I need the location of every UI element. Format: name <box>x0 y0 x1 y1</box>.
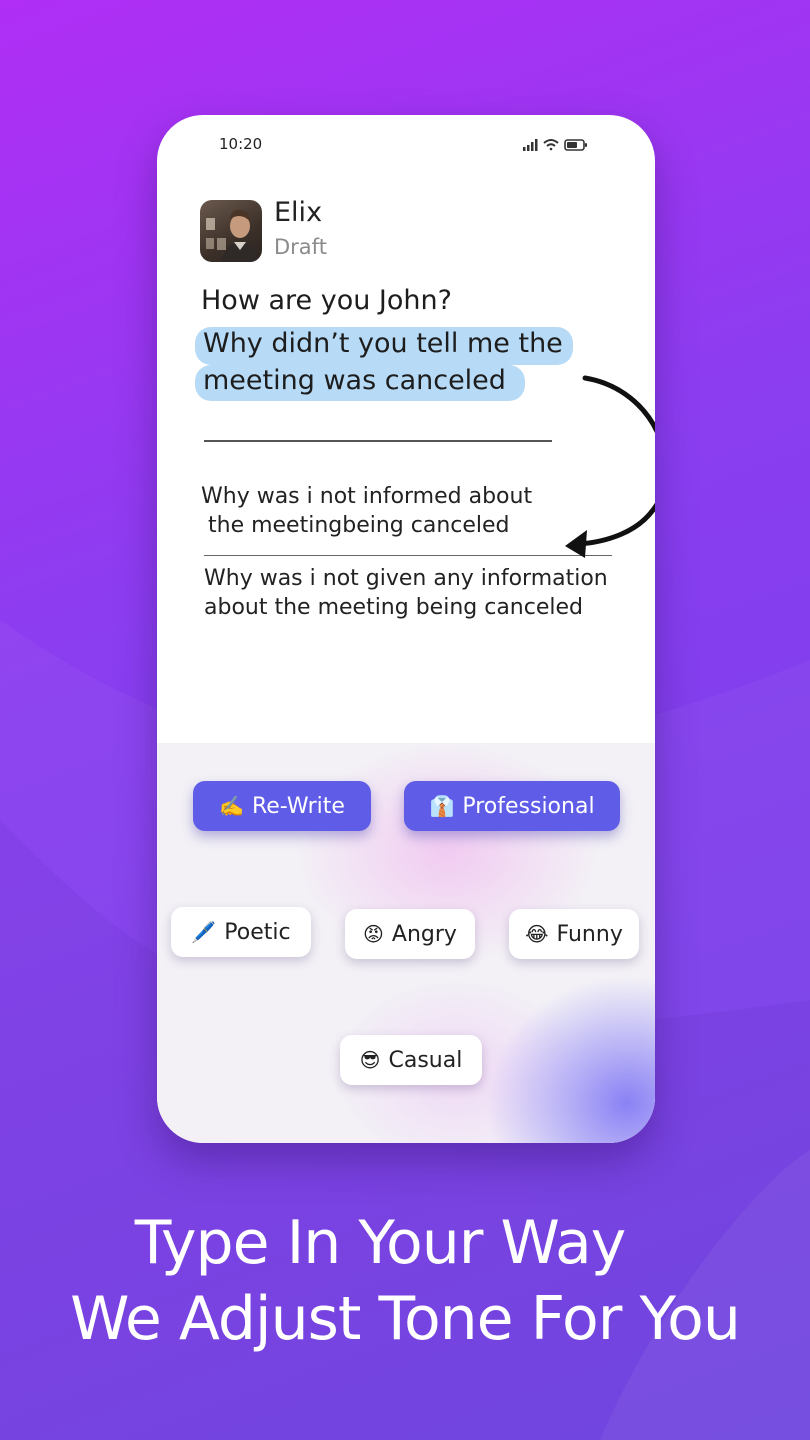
contact-status: Draft <box>274 235 327 259</box>
divider <box>204 555 612 556</box>
rewrite-label: Re-Write <box>251 793 345 819</box>
signal-icon <box>523 139 538 151</box>
angry-face-icon: 😡 <box>363 922 384 946</box>
suggestion-line: about the meeting being canceled <box>204 595 583 620</box>
pen-icon: 🖊️ <box>191 920 217 944</box>
status-time: 10:20 <box>219 135 263 153</box>
suggestion-line: Why was i not given any information <box>204 566 608 591</box>
angry-button[interactable]: 😡 Angry <box>345 909 475 959</box>
rewrite-button[interactable]: ✍️ Re-Write <box>193 781 371 831</box>
status-icons <box>523 139 587 151</box>
professional-button[interactable]: 👔 Professional <box>404 781 620 831</box>
selected-text-line[interactable]: Why didn’t you tell me the <box>203 328 563 359</box>
funny-label: Funny <box>556 921 623 947</box>
suggestion-line: the meetingbeing canceled <box>201 513 510 538</box>
poetic-button[interactable]: 🖊️ Poetic <box>171 907 311 957</box>
suggestion-line: Why was i not informed about <box>201 484 533 509</box>
necktie-icon: 👔 <box>429 794 455 818</box>
casual-button[interactable]: 😎 Casual <box>340 1035 482 1085</box>
selected-text-line[interactable]: meeting was canceled <box>203 365 506 396</box>
sunglasses-face-icon: 😎 <box>359 1048 381 1072</box>
tone-panel: ✍️ Re-Write 👔 Professional 🖊️ Poetic 😡 A… <box>157 743 655 1143</box>
wifi-icon <box>543 139 559 151</box>
casual-label: Casual <box>388 1047 463 1073</box>
professional-label: Professional <box>462 793 595 819</box>
headline-line-1: Type In Your Way <box>134 1208 627 1278</box>
contact-name: Elix <box>274 197 323 228</box>
curved-arrow-icon <box>565 375 655 558</box>
message-greeting: How are you John? <box>201 285 452 316</box>
headline-line-2: We Adjust Tone For You <box>70 1284 741 1354</box>
angry-label: Angry <box>391 921 457 947</box>
funny-button[interactable]: 😂 Funny <box>509 909 639 959</box>
battery-icon <box>564 139 587 151</box>
writing-hand-icon: ✍️ <box>219 794 244 818</box>
contact-avatar <box>200 200 262 262</box>
poetic-label: Poetic <box>224 919 291 945</box>
laughing-face-icon: 😂 <box>525 922 549 946</box>
phone-mockup: 10:20 Elix Draft How are you John? Why d… <box>157 115 655 1143</box>
suggestion-item[interactable]: Why was i not informed about the meeting… <box>201 482 532 540</box>
suggestion-item[interactable]: Why was i not given any information abou… <box>204 564 608 622</box>
divider <box>204 440 552 442</box>
